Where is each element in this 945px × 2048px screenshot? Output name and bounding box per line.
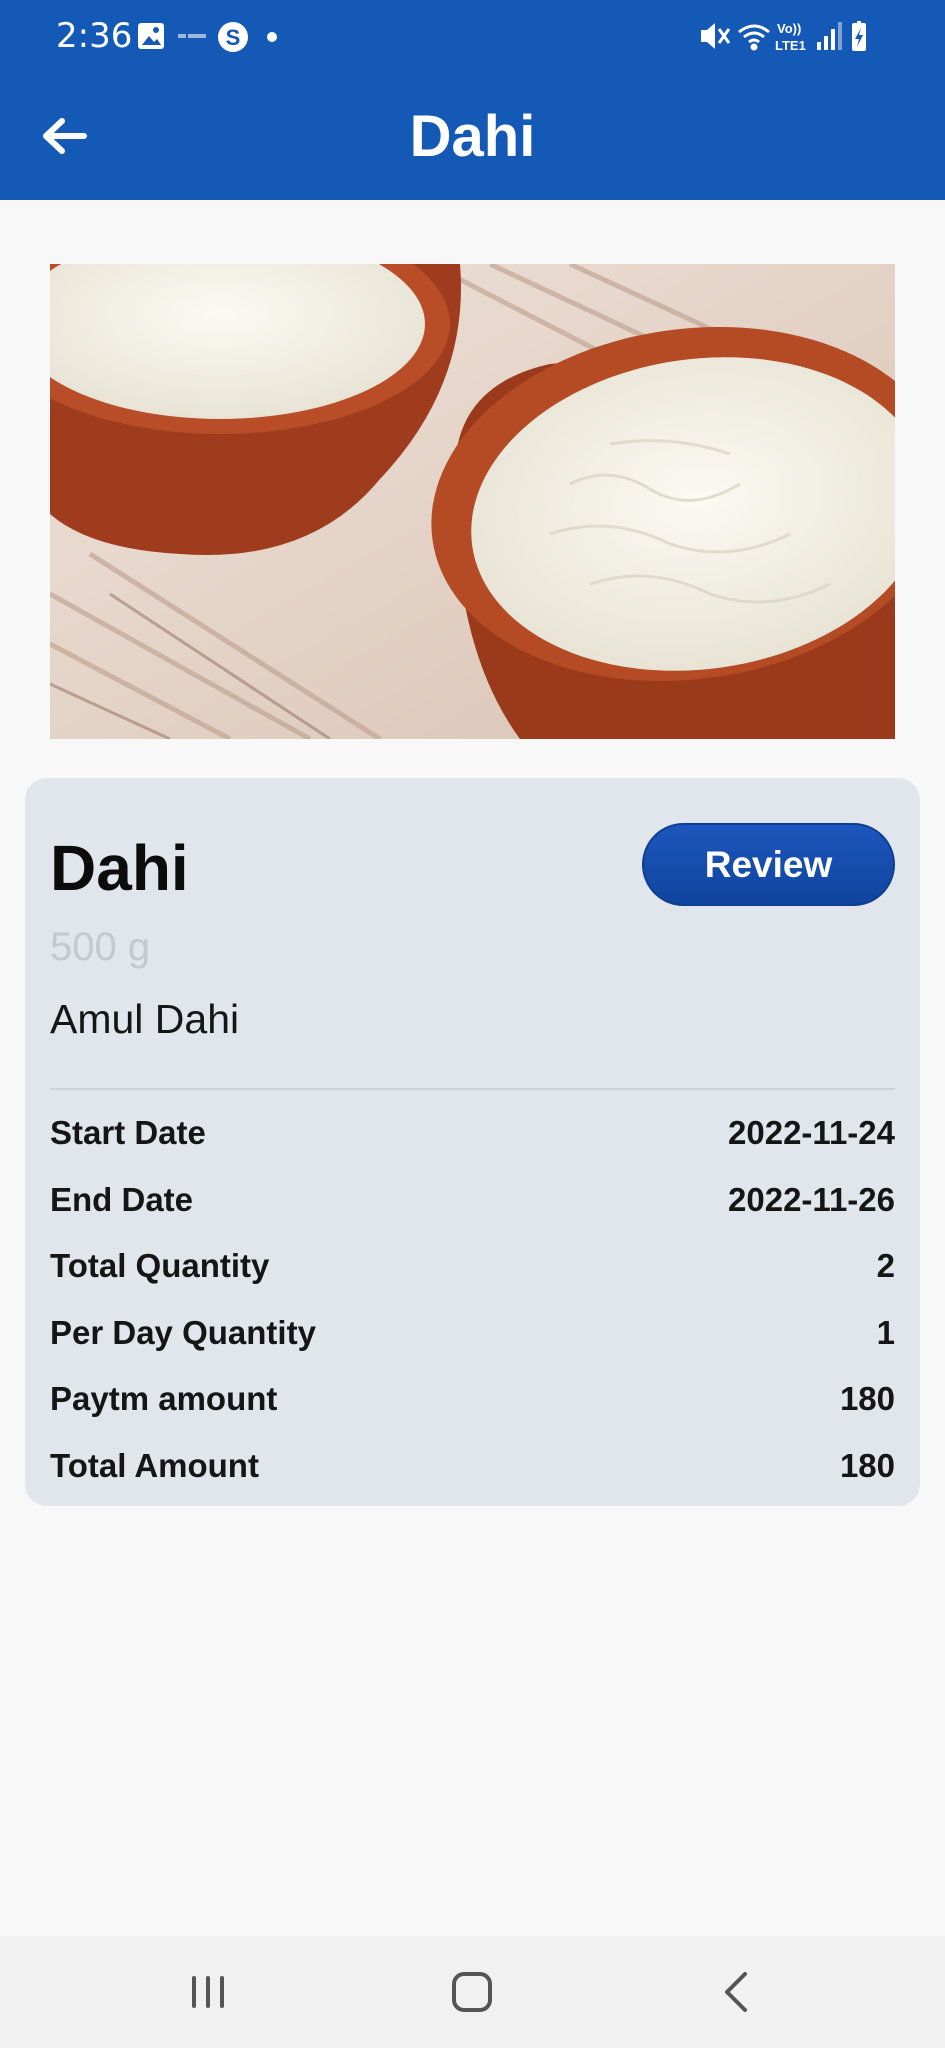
detail-row-start-date: Start Date 2022-11-24 (50, 1100, 895, 1167)
skype-icon: S (218, 22, 248, 52)
product-brand: Amul Dahi (50, 996, 240, 1042)
system-back-button[interactable] (697, 1956, 777, 2028)
product-name: Dahi (50, 832, 189, 904)
detail-value: 2022-11-26 (728, 1180, 895, 1218)
product-image (50, 264, 895, 739)
detail-label: Per Day Quantity (50, 1313, 316, 1351)
app-bar: Dahi (0, 72, 945, 200)
signal-icon (817, 22, 842, 50)
wifi-icon (738, 24, 770, 51)
home-icon (452, 1972, 492, 2012)
home-button[interactable] (432, 1956, 512, 2028)
detail-label: Start Date (50, 1114, 206, 1152)
detail-row-end-date: End Date 2022-11-26 (50, 1167, 895, 1234)
status-bar: 2:36 S Vo)) LTE1 (0, 0, 945, 72)
detail-row-paytm-amount: Paytm amount 180 (50, 1366, 895, 1433)
youtube-music-icon (178, 34, 206, 38)
review-button[interactable]: Review (642, 823, 895, 906)
svg-text:S: S (226, 25, 241, 50)
recent-apps-button[interactable] (168, 1956, 248, 2028)
detail-label: Total Amount (50, 1446, 259, 1484)
svg-text:Vo)): Vo)) (777, 21, 801, 36)
divider (50, 1088, 895, 1090)
mute-icon (701, 23, 731, 49)
detail-value: 1 (876, 1313, 895, 1351)
detail-label: End Date (50, 1180, 194, 1218)
detail-row-total-quantity: Total Quantity 2 (50, 1233, 895, 1300)
page-title: Dahi (409, 104, 536, 169)
volte-lte1-icon: Vo)) LTE1 (775, 21, 806, 53)
back-icon (725, 1972, 747, 2012)
detail-value: 2022-11-24 (728, 1114, 895, 1152)
detail-row-per-day-quantity: Per Day Quantity 1 (50, 1300, 895, 1367)
status-system-icons: Vo)) LTE1 (701, 21, 866, 53)
status-notification-icons: S (138, 22, 277, 52)
detail-value: 180 (839, 1380, 895, 1418)
gallery-icon (138, 23, 164, 49)
svg-text:LTE1: LTE1 (775, 38, 806, 53)
system-nav-bar (0, 1936, 945, 2048)
detail-value: 180 (839, 1446, 895, 1484)
recent-apps-icon (192, 1976, 224, 2008)
detail-value: 2 (876, 1247, 895, 1285)
dot-icon (267, 32, 277, 42)
order-details-list: Start Date 2022-11-24 End Date 2022-11-2… (50, 1100, 895, 1499)
detail-label: Paytm amount (50, 1380, 278, 1418)
product-size: 500 g (50, 925, 151, 969)
product-detail-card: Dahi Review 500 g Amul Dahi Start Date 2… (25, 778, 920, 1506)
battery-icon (852, 21, 866, 51)
detail-label: Total Quantity (50, 1247, 270, 1285)
detail-row-total-amount: Total Amount 180 (50, 1433, 895, 1500)
status-time: 2:36 (56, 16, 133, 56)
